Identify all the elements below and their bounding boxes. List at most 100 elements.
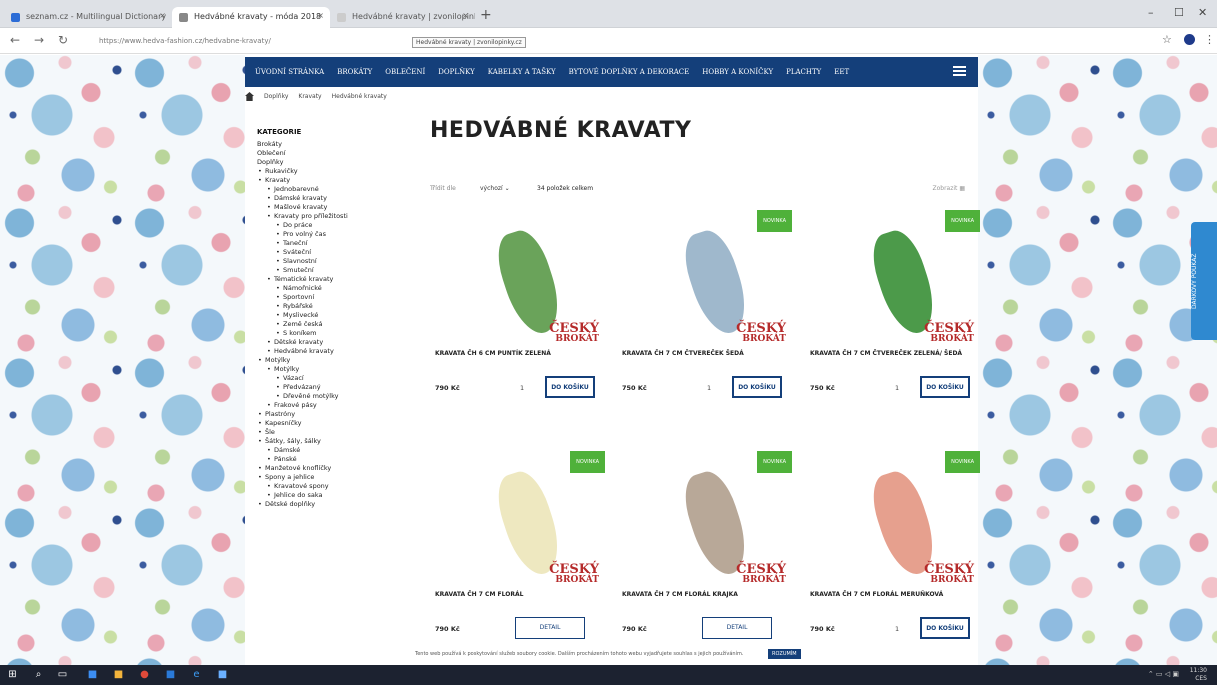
category-link[interactable]: Sportovní (276, 293, 422, 302)
folder-icon[interactable]: ■ (112, 669, 125, 681)
category-link[interactable]: Jehlice do saka (267, 491, 422, 500)
nav-item-plachty[interactable]: PLACHTY (786, 68, 821, 76)
category-link[interactable]: Kravatové spony (267, 482, 422, 491)
add-to-cart-button[interactable]: DO KOŠÍKU (920, 617, 970, 639)
category-link[interactable]: Myslivecké (276, 311, 422, 320)
product-name[interactable]: KRAVATA ČH 7 CM FLORÁL (435, 591, 595, 599)
category-link[interactable]: Dětské doplňky (258, 500, 422, 509)
category-link[interactable]: Vázací (276, 374, 422, 383)
hamburger-menu-icon[interactable] (953, 66, 966, 76)
category-link[interactable]: Do práce (276, 221, 422, 230)
category-link[interactable]: S koníkem (276, 329, 422, 338)
product-image[interactable]: ČESKÝ BROKÁT (830, 466, 980, 586)
category-link[interactable]: Smuteční (276, 266, 422, 275)
nav-item-home[interactable]: ÚVODNÍ STRÁNKA (255, 68, 324, 76)
sort-select[interactable]: výchozí ⌄ (480, 185, 510, 192)
category-link[interactable]: Oblečení (257, 149, 422, 158)
home-icon[interactable] (245, 92, 254, 101)
new-tab-icon[interactable]: + (480, 7, 492, 23)
quantity-input[interactable]: 1 (707, 384, 711, 392)
category-link[interactable]: Motýlky (258, 356, 422, 365)
product-card[interactable]: ČESKÝ BROKÁT NOVINKA KRAVATA ČH 7 CM ČTVERE… (810, 210, 980, 420)
category-link[interactable]: Kapesníčky (258, 419, 422, 428)
search-icon[interactable]: ⌕ (32, 669, 45, 681)
tab-close-icon[interactable]: × (462, 11, 469, 20)
forward-icon[interactable]: → (34, 33, 44, 47)
category-link[interactable]: Předvázaný (276, 383, 422, 392)
product-image[interactable]: ČESKÝ BROKÁT (830, 225, 980, 345)
browser-tab[interactable]: seznam.cz - Multilingual Dictionary × (4, 7, 172, 28)
menu-dots-icon[interactable]: ⋮ (1204, 33, 1215, 46)
browser-tab[interactable]: Hedvábné kravaty | zvonilopinky × (330, 7, 475, 28)
nav-item-bytove-doplnky[interactable]: BYTOVÉ DOPLŇKY A DEKORACE (569, 68, 690, 76)
maximize-icon[interactable]: ☐ (1174, 6, 1184, 19)
tab-close-icon[interactable]: × (159, 11, 166, 20)
category-link[interactable]: Tématické kravaty (267, 275, 422, 284)
product-name[interactable]: KRAVATA ČH 7 CM ČTVEREČEK ZELENÁ/ ŠEDÁ (810, 350, 970, 358)
category-link[interactable]: Plastróny (258, 410, 422, 419)
chrome-icon[interactable]: ● (138, 669, 151, 681)
product-card[interactable]: ČESKÝ BROKÁT NOVINKA KRAVATA ČH 7 CM FLORÁL… (435, 451, 605, 661)
category-link[interactable]: Mašlové kravaty (267, 203, 422, 212)
product-card[interactable]: ČESKÝ BROKÁT KRAVATA ČH 6 CM PUNTÍK ZELENÁ… (435, 210, 605, 420)
nav-item-hobby[interactable]: HOBBY A KONÍČKY (702, 68, 773, 76)
reload-icon[interactable]: ↻ (58, 33, 68, 47)
category-link[interactable]: Doplňky (257, 158, 422, 167)
minimize-icon[interactable]: – (1148, 6, 1154, 19)
category-link[interactable]: Šátky, šály, šálky (258, 437, 422, 446)
quantity-input[interactable]: 1 (895, 625, 899, 633)
nav-item-obleceni[interactable]: OBLEČENÍ (385, 68, 425, 76)
file-explorer-icon[interactable]: ■ (86, 669, 99, 681)
product-image[interactable]: ČESKÝ BROKÁT (642, 466, 792, 586)
product-card[interactable]: ČESKÝ BROKÁT NOVINKA KRAVATA ČH 7 CM FLORÁL… (622, 451, 792, 661)
category-link[interactable]: Motýlky (267, 365, 422, 374)
add-to-cart-button[interactable]: DO KOŠÍKU (732, 376, 782, 398)
app-icon[interactable]: ■ (216, 669, 229, 681)
start-icon[interactable]: ⊞ (6, 669, 19, 681)
category-link[interactable]: Spony a jehlice (258, 473, 422, 482)
category-link[interactable]: Sváteční (276, 248, 422, 257)
category-link[interactable]: Frakové pásy (267, 401, 422, 410)
product-name[interactable]: KRAVATA ČH 7 CM FLORÁL KRAJKA (622, 591, 782, 599)
category-link[interactable]: Rybářské (276, 302, 422, 311)
gift-voucher-tab[interactable]: DÁRKOVÝ POUKAZ (1191, 222, 1217, 340)
close-window-icon[interactable]: ✕ (1198, 6, 1207, 19)
category-link[interactable]: Námořnické (276, 284, 422, 293)
category-link[interactable]: Pro volný čas (276, 230, 422, 239)
cookie-accept-button[interactable]: ROZUMÍM (768, 649, 801, 659)
category-link[interactable]: Slavnostní (276, 257, 422, 266)
product-card[interactable]: ČESKÝ BROKÁT NOVINKA KRAVATA ČH 7 CM ČTVERE… (622, 210, 792, 420)
category-link[interactable]: Rukavičky (258, 167, 422, 176)
product-image[interactable]: ČESKÝ BROKÁT (455, 466, 605, 586)
product-image[interactable]: ČESKÝ BROKÁT (642, 225, 792, 345)
category-link[interactable]: Země česká (276, 320, 422, 329)
view-toggle[interactable]: Zobrazit ▦ (933, 185, 966, 192)
task-view-icon[interactable]: ▭ (56, 669, 69, 681)
quantity-input[interactable]: 1 (520, 384, 524, 392)
category-link[interactable]: Pánské (267, 455, 422, 464)
bookmark-star-icon[interactable]: ☆ (1162, 33, 1172, 46)
tab-close-icon[interactable]: × (317, 11, 324, 20)
breadcrumb-link[interactable]: Kravaty (298, 93, 321, 100)
edge-icon[interactable]: e (190, 669, 203, 681)
address-bar[interactable]: https://www.hedva-fashion.cz/hedvabne-kr… (85, 32, 1145, 50)
category-link[interactable]: Dětské kravaty (267, 338, 422, 347)
category-link[interactable]: Taneční (276, 239, 422, 248)
nav-item-doplnky[interactable]: DOPLŇKY (438, 68, 475, 76)
nav-item-kabelky[interactable]: KABELKY A TAŠKY (488, 68, 556, 76)
nav-item-eet[interactable]: EET (834, 68, 849, 76)
breadcrumb-link[interactable]: Doplňky (264, 93, 288, 100)
photoshop-icon[interactable]: ■ (164, 669, 177, 681)
detail-button[interactable]: DETAIL (702, 617, 772, 639)
clock[interactable]: 11:30 CES (1190, 667, 1207, 683)
product-card[interactable]: ČESKÝ BROKÁT NOVINKA KRAVATA ČH 7 CM FLORÁL… (810, 451, 980, 661)
add-to-cart-button[interactable]: DO KOŠÍKU (545, 376, 595, 398)
back-icon[interactable]: ← (10, 33, 20, 47)
category-link[interactable]: Šle (258, 428, 422, 437)
product-image[interactable]: ČESKÝ BROKÁT (455, 225, 605, 345)
product-name[interactable]: KRAVATA ČH 7 CM FLORÁL MERUŇKOVÁ (810, 591, 970, 599)
profile-avatar-icon[interactable] (1184, 34, 1195, 45)
product-name[interactable]: KRAVATA ČH 7 CM ČTVEREČEK ŠEDÁ (622, 350, 782, 358)
category-link[interactable]: Kravaty pro příležitosti (267, 212, 422, 221)
detail-button[interactable]: DETAIL (515, 617, 585, 639)
